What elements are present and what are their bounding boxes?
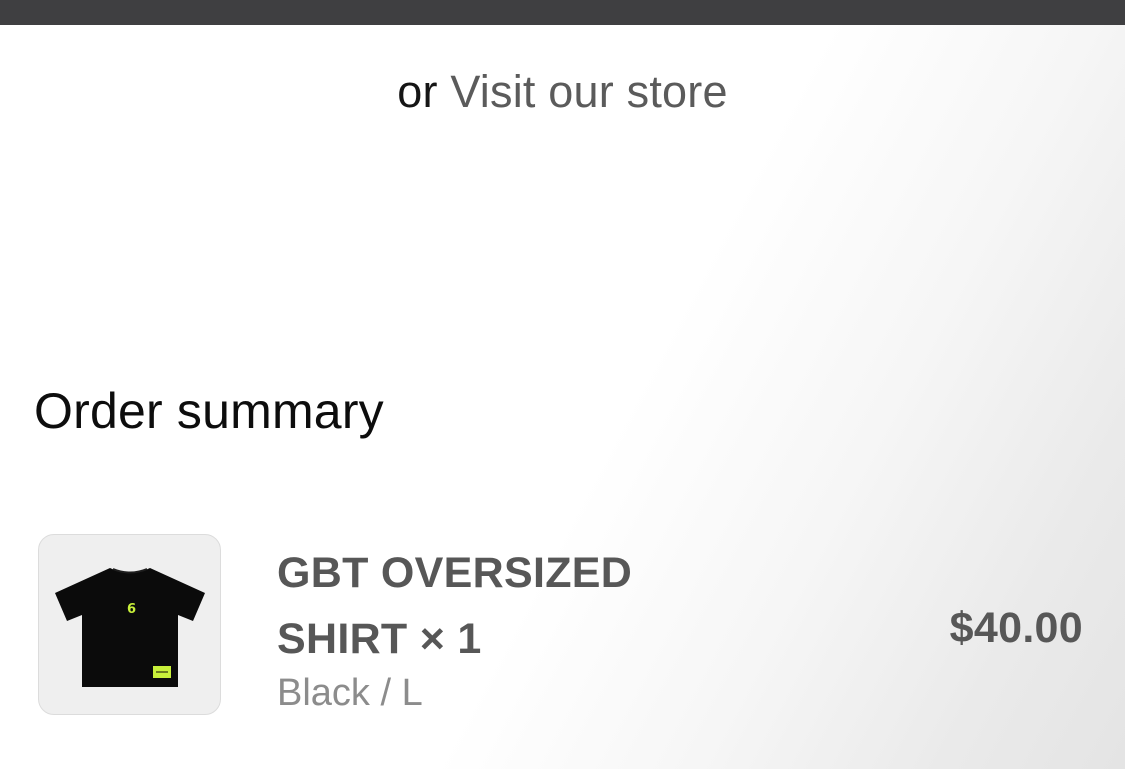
order-summary-title: Order summary xyxy=(34,383,384,439)
product-quantity: × 1 xyxy=(419,615,482,663)
store-link-line: or Visit our store xyxy=(0,64,1125,120)
tshirt-body xyxy=(55,568,205,687)
product-thumbnail: 6 xyxy=(38,534,221,715)
product-variant: Black / L xyxy=(277,672,423,714)
product-name: GBT OVERSIZED SHIRT × 1 xyxy=(277,540,697,672)
visit-store-link[interactable]: Visit our store xyxy=(450,66,727,117)
top-status-bar xyxy=(0,0,1125,25)
product-price: $40.00 xyxy=(949,604,1083,652)
chest-logo: 6 xyxy=(127,602,136,617)
or-text: or xyxy=(397,66,438,117)
product-name-line2: SHIRT xyxy=(277,615,408,663)
product-name-line1: GBT OVERSIZED xyxy=(277,549,633,597)
order-item-row: 6 GBT OVERSIZED SHIRT × 1 Black / L $40.… xyxy=(0,530,1125,725)
tshirt-icon: 6 xyxy=(55,568,205,687)
